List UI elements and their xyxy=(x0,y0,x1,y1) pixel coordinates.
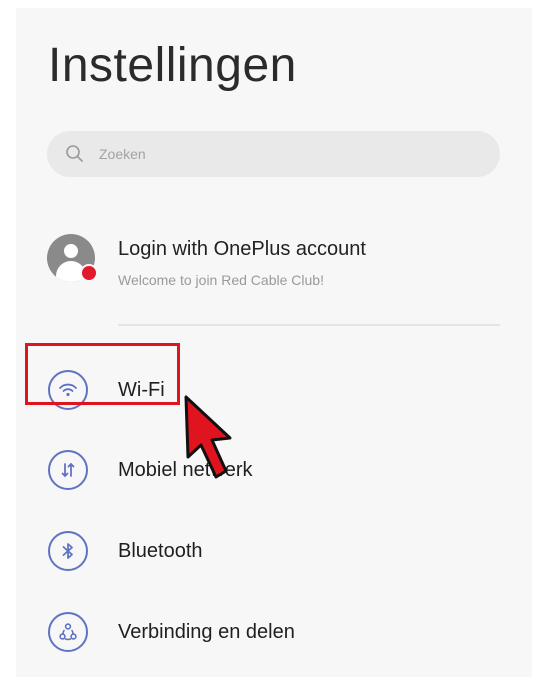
account-subtitle: Welcome to join Red Cable Club! xyxy=(118,272,324,288)
page-title: Instellingen xyxy=(48,39,297,92)
notification-badge xyxy=(80,264,98,282)
divider xyxy=(118,324,500,326)
highlight-box xyxy=(25,343,180,405)
connection-sharing-icon xyxy=(48,612,88,652)
mobile-data-icon xyxy=(48,450,88,490)
account-title: Login with OnePlus account xyxy=(118,238,366,260)
settings-item-bluetooth[interactable]: Bluetooth xyxy=(47,529,507,579)
search-bar[interactable]: Zoeken xyxy=(47,131,500,177)
bluetooth-icon xyxy=(48,531,88,571)
settings-item-mobile-network[interactable]: Mobiel netwerk xyxy=(47,448,507,498)
settings-item-label: Bluetooth xyxy=(118,540,203,562)
account-login-item[interactable]: Login with OnePlus account Welcome to jo… xyxy=(47,228,507,298)
search-placeholder: Zoeken xyxy=(99,146,146,162)
pointer-arrow-icon xyxy=(184,395,232,479)
settings-item-connection-sharing[interactable]: Verbinding en delen xyxy=(47,610,507,660)
settings-item-label: Verbinding en delen xyxy=(118,621,295,643)
search-icon xyxy=(65,144,85,169)
